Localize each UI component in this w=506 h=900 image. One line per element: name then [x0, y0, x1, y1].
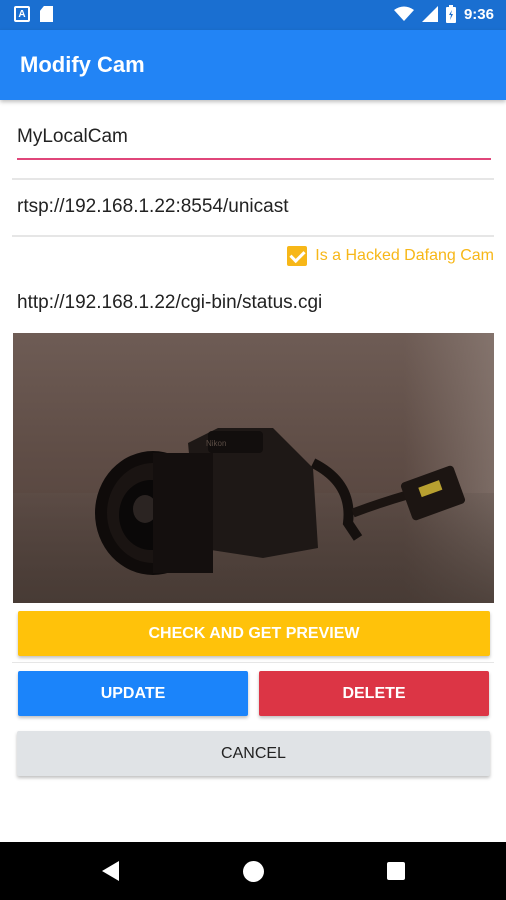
home-icon[interactable] — [243, 861, 264, 882]
nikon-logo-text: Nikon — [206, 439, 226, 448]
hacked-dafang-checkbox-row[interactable]: Is a Hacked Dafang Cam — [287, 246, 494, 266]
divider — [12, 235, 494, 237]
status-bar: A 9:36 — [0, 0, 506, 30]
update-button[interactable]: UPDATE — [18, 671, 248, 716]
delete-button[interactable]: DELETE — [259, 671, 489, 716]
recent-apps-icon[interactable] — [387, 862, 405, 880]
sd-card-icon — [40, 6, 53, 22]
cancel-button[interactable]: CANCEL — [17, 731, 490, 776]
rtsp-url-input[interactable]: rtsp://192.168.1.22:8554/unicast — [17, 196, 491, 218]
checkbox-checked-icon[interactable] — [287, 246, 308, 266]
page-title: Modify Cam — [20, 52, 145, 77]
cam-name-input[interactable]: MyLocalCam — [17, 126, 491, 160]
camera-preview-image: Nikon — [13, 333, 494, 603]
battery-icon — [445, 5, 456, 23]
divider — [12, 178, 494, 180]
a-notification-icon: A — [14, 6, 30, 22]
check-and-preview-button[interactable]: CHECK AND GET PREVIEW — [18, 611, 490, 656]
back-icon[interactable] — [102, 861, 119, 881]
nav-bar — [0, 842, 506, 900]
clock: 9:36 — [463, 5, 494, 23]
signal-icon — [421, 6, 438, 22]
wifi-icon — [393, 6, 414, 21]
hacked-dafang-label[interactable]: Is a Hacked Dafang Cam — [315, 247, 494, 265]
app-bar: Modify Cam — [0, 30, 506, 100]
status-url-input[interactable]: http://192.168.1.22/cgi-bin/status.cgi — [17, 292, 491, 314]
divider — [12, 662, 494, 663]
camera-photo: Nikon — [95, 428, 466, 575]
